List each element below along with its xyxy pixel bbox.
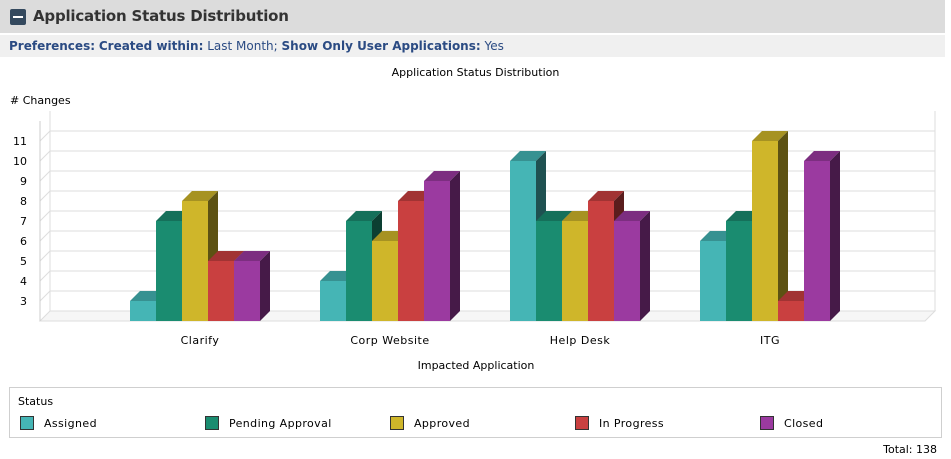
x-tick-label: Help Desk <box>550 334 611 347</box>
y-tick-label: 7 <box>20 215 27 228</box>
x-tick-label: Corp Website <box>350 334 429 347</box>
gridline-side <box>39 130 51 142</box>
legend-swatch <box>390 416 404 430</box>
legend-swatch <box>575 416 589 430</box>
legend-swatch <box>205 416 219 430</box>
bar-pending-approval <box>346 221 372 321</box>
bar-assigned <box>510 161 536 321</box>
bar-assigned <box>700 241 726 321</box>
gridline-side <box>39 210 51 222</box>
legend: Status Assigned Pending Approval Approve… <box>9 387 942 438</box>
y-tick-label: 6 <box>20 235 27 248</box>
bar-assigned <box>130 301 156 321</box>
bar-approved <box>562 221 588 321</box>
bar-closed <box>804 161 830 321</box>
bar-pending-approval <box>726 221 752 321</box>
total-count: Total: 138 <box>883 443 937 456</box>
bar-approved <box>752 141 778 321</box>
bar-chart: 3 4 5 6 7 8 9 10 11 Clarify Corp Website Help Desk I… <box>13 111 937 372</box>
gridline-side <box>39 250 51 262</box>
y-tick-label: 4 <box>20 275 27 288</box>
gridline-side <box>39 170 51 182</box>
bar-closed <box>424 181 450 321</box>
y-tick-label: 3 <box>20 295 27 308</box>
y-tick-label: 8 <box>20 195 27 208</box>
x-tick-label: Clarify <box>181 334 220 347</box>
legend-label: Closed <box>784 417 824 430</box>
legend-swatch <box>20 416 34 430</box>
legend-label: Approved <box>414 417 470 430</box>
gridline-side <box>39 150 51 162</box>
bar-closed <box>234 261 260 321</box>
bar-closed <box>614 221 640 321</box>
bar-approved <box>372 241 398 321</box>
bar-in-progress <box>778 301 804 321</box>
y-tick-label: 10 <box>13 155 27 168</box>
bar-side <box>450 171 460 321</box>
gridline-side <box>39 230 51 242</box>
y-tick-label: 11 <box>13 135 27 148</box>
bar-side <box>830 151 840 321</box>
bar-pending-approval <box>156 221 182 321</box>
gridline-side <box>39 270 51 282</box>
y-tick-label: 5 <box>20 255 27 268</box>
bar-side <box>260 251 270 321</box>
legend-label: Pending Approval <box>229 417 332 430</box>
bar-side <box>640 211 650 321</box>
gridline-side <box>39 190 51 202</box>
bar-in-progress <box>398 201 424 321</box>
legend-title: Status <box>18 395 54 408</box>
bar-assigned <box>320 281 346 321</box>
legend-label: In Progress <box>599 417 665 430</box>
gridline-side <box>39 290 51 302</box>
y-tick-label: 9 <box>20 175 27 188</box>
x-axis-title: Impacted Application <box>418 359 535 372</box>
bar-approved <box>182 201 208 321</box>
legend-label: Assigned <box>44 417 97 430</box>
bar-in-progress <box>588 201 614 321</box>
bar-in-progress <box>208 261 234 321</box>
bar-pending-approval <box>536 221 562 321</box>
x-tick-label: ITG <box>760 334 780 347</box>
legend-swatch <box>760 416 774 430</box>
